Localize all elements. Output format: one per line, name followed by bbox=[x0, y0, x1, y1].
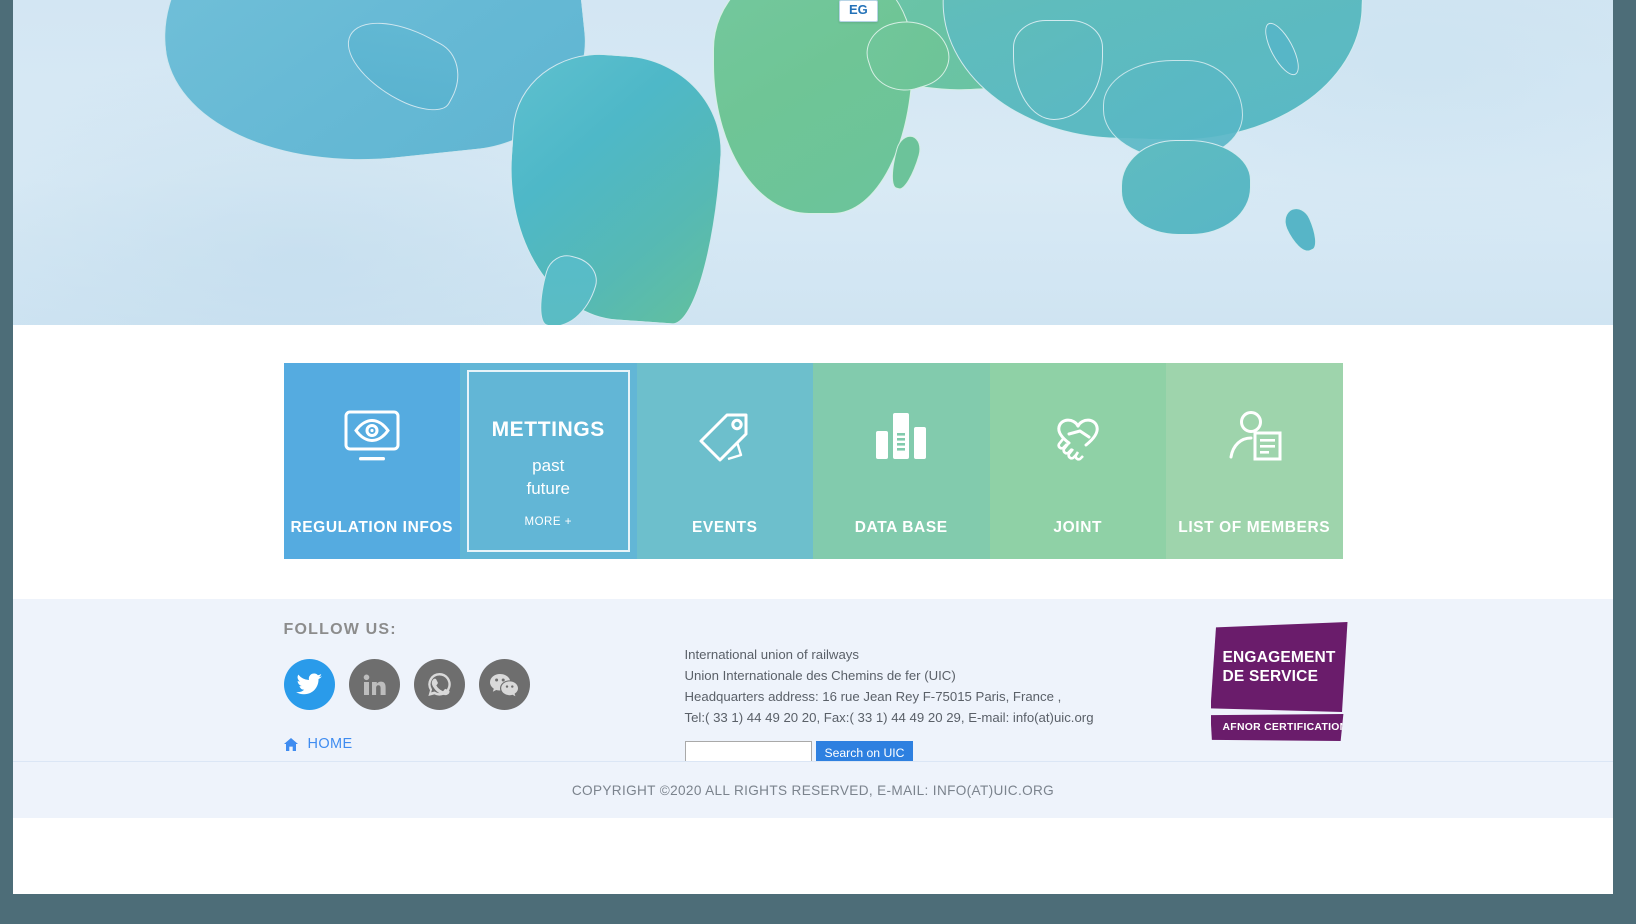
tile-label: LIST OF MEMBERS bbox=[1178, 519, 1331, 536]
afnor-badge-bottom: AFNOR CERTIFICATION bbox=[1210, 714, 1348, 741]
page-frame: EG REGULATION INFOS METTINGS past future… bbox=[13, 0, 1613, 894]
contact-line: Headquarters address: 16 rue Jean Rey F-… bbox=[684, 688, 1062, 704]
contact-line: Tel:( 33 1) 44 49 20 20, Fax:( 33 1) 44 … bbox=[684, 709, 1094, 725]
tile-subtitle-future[interactable]: future bbox=[527, 477, 570, 500]
tile-events[interactable]: EVENTS bbox=[636, 363, 814, 559]
member-card-icon bbox=[1166, 409, 1343, 467]
tile-label: DATA BASE bbox=[854, 519, 948, 536]
contact-line: International union of railways bbox=[684, 647, 859, 662]
tile-more-link[interactable]: MORE + bbox=[525, 516, 572, 528]
afnor-line2: DE SERVICE bbox=[1222, 668, 1319, 685]
bar-chart-icon bbox=[813, 409, 990, 465]
tile-label: REGULATION INFOS bbox=[290, 519, 454, 536]
tile-joint[interactable]: JOINT bbox=[989, 363, 1167, 559]
wechat-icon[interactable] bbox=[478, 659, 530, 710]
tile-data-base[interactable]: DATA BASE bbox=[813, 363, 990, 559]
handshake-heart-icon bbox=[990, 409, 1167, 467]
footer: FOLLOW US: HOME International union of r… bbox=[13, 599, 1613, 818]
tile-subtitle: past future bbox=[527, 454, 570, 500]
afnor-line1: ENGAGEMENT bbox=[1222, 649, 1336, 666]
afnor-line3: AFNOR CERTIFICATION bbox=[1222, 722, 1348, 733]
map-tooltip-egypt: EG bbox=[839, 0, 878, 22]
whatsapp-icon[interactable] bbox=[413, 659, 465, 710]
monitor-eye-icon bbox=[284, 409, 461, 465]
contact-line: Union Internationale des Chemins de fer … bbox=[684, 667, 956, 683]
price-tag-icon bbox=[637, 409, 814, 467]
linkedin-icon[interactable] bbox=[348, 659, 400, 710]
tile-label: JOINT bbox=[1053, 519, 1103, 536]
tile-mettings[interactable]: METTINGS past future MORE + bbox=[460, 363, 637, 559]
afnor-certification-badge: ENGAGEMENT DE SERVICE AFNOR CERTIFICATIO… bbox=[1210, 622, 1348, 742]
tile-inner-frame: METTINGS past future MORE + bbox=[467, 370, 630, 552]
afnor-badge-top: ENGAGEMENT DE SERVICE bbox=[1210, 622, 1348, 712]
tile-title: METTINGS bbox=[491, 418, 605, 441]
home-icon bbox=[284, 737, 299, 751]
tile-label: EVENTS bbox=[691, 519, 758, 536]
map-region-australia[interactable] bbox=[1121, 140, 1251, 235]
contact-info: International union of railways Union In… bbox=[684, 645, 1115, 765]
copyright-text: COPYRIGHT ©2020 ALL RIGHTS RESERVED, E-M… bbox=[571, 782, 1055, 798]
tiles-section: REGULATION INFOS METTINGS past future MO… bbox=[13, 325, 1613, 599]
tile-list-of-members[interactable]: LIST OF MEMBERS bbox=[1166, 363, 1343, 559]
search-input[interactable] bbox=[684, 741, 812, 763]
tile-subtitle-past[interactable]: past bbox=[527, 454, 570, 477]
world-map-hero[interactable]: EG bbox=[13, 0, 1613, 325]
copyright-bar: COPYRIGHT ©2020 ALL RIGHTS RESERVED, E-M… bbox=[13, 761, 1613, 818]
tile-regulation-infos[interactable]: REGULATION INFOS bbox=[283, 363, 461, 559]
follow-us-heading: FOLLOW US: bbox=[283, 621, 397, 638]
twitter-icon[interactable] bbox=[283, 659, 335, 710]
tiles-row: REGULATION INFOS METTINGS past future MO… bbox=[283, 363, 1343, 559]
footer-link-label: HOME bbox=[307, 736, 353, 752]
